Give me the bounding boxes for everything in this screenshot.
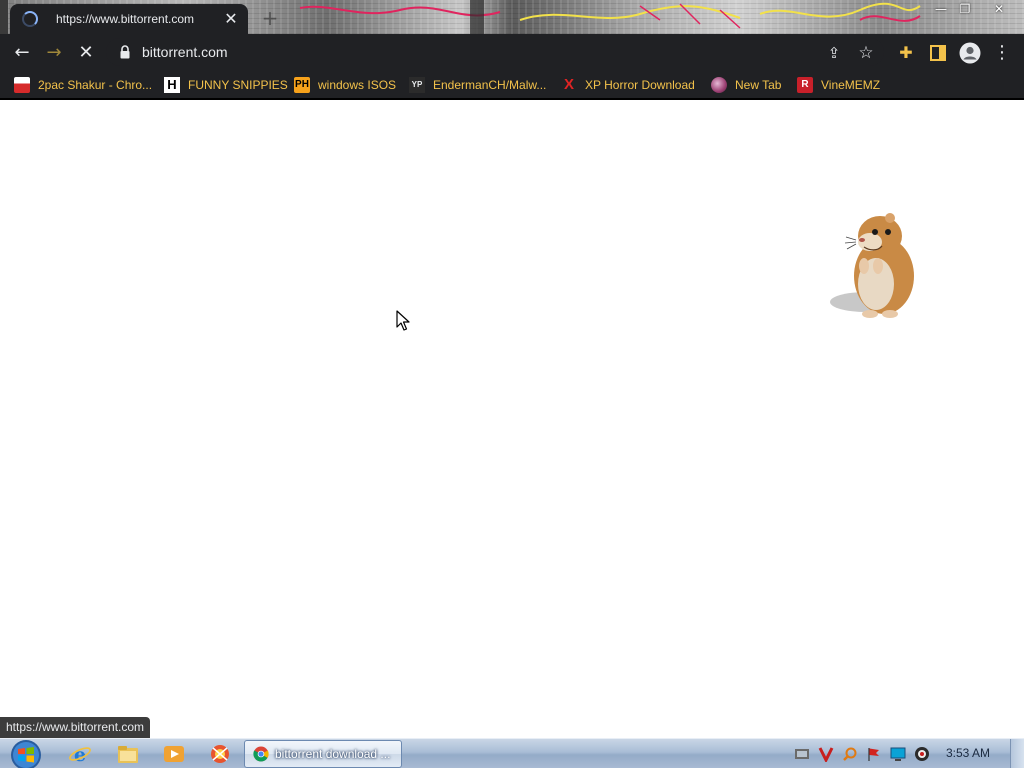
- dancing-hamster-image: [830, 213, 914, 318]
- windows-taskbar: e bittorrent download ... 3:53 AM: [0, 738, 1024, 768]
- tab-close-icon[interactable]: ✕: [222, 10, 240, 28]
- bookmark-label: VineMEMZ: [821, 78, 881, 92]
- bookmark-2pac-shakur[interactable]: 2pac Shakur - Chro...: [14, 75, 152, 95]
- bookmark-label: FUNNY SNIPPIES: [188, 78, 288, 92]
- taskbar-clock[interactable]: 3:53 AM: [946, 746, 990, 760]
- bookmark-new-tab[interactable]: New Tab: [711, 75, 781, 95]
- bookmark-xp-horror-download[interactable]: X XP Horror Download: [561, 75, 695, 95]
- new-tab-button[interactable]: +: [258, 6, 282, 30]
- taskbar-chrome-window-button[interactable]: bittorrent download ...: [244, 740, 402, 768]
- side-panel-icon[interactable]: [926, 41, 950, 65]
- bookmark-funny-snippies[interactable]: H FUNNY SNIPPIES: [164, 75, 288, 95]
- bookmark-windows-isos[interactable]: PH windows ISOS: [294, 75, 396, 95]
- letter-r-icon: R: [797, 77, 813, 93]
- tray-display-icon[interactable]: [890, 746, 906, 762]
- browser-title-bar: https://www.bittorrent.com ✕ + — ❐ ✕: [0, 0, 1024, 34]
- bookmark-endermanch-malware[interactable]: YP EndermanCH/Malw...: [409, 75, 546, 95]
- chrome-icon: [253, 746, 269, 762]
- share-icon[interactable]: ⇪: [822, 41, 846, 65]
- bookmark-label: EndermanCH/Malw...: [433, 78, 547, 92]
- globe-icon: [711, 77, 727, 93]
- forward-button[interactable]: →: [42, 41, 66, 65]
- browser-tab-active[interactable]: https://www.bittorrent.com ✕: [10, 4, 248, 34]
- ph-icon: PH: [294, 77, 310, 93]
- bookmark-star-icon[interactable]: ☆: [854, 41, 878, 65]
- windows-start-orb-icon[interactable]: [7, 740, 45, 768]
- tray-v-antivirus-icon[interactable]: [818, 746, 834, 762]
- taskbar-window-label: bittorrent download ...: [275, 747, 391, 761]
- colorful-app-icon[interactable]: [208, 743, 232, 765]
- loading-spinner-icon: [22, 11, 38, 27]
- bookmarks-bar: 2pac Shakur - Chro... H FUNNY SNIPPIES P…: [0, 70, 1024, 100]
- stop-loading-button[interactable]: ✕: [74, 41, 98, 65]
- bookmark-label: New Tab: [735, 78, 782, 92]
- internet-explorer-icon[interactable]: e: [68, 743, 92, 765]
- mouse-pointer-icon: [396, 310, 410, 331]
- desktop-screen: https://www.bittorrent.com ✕ + — ❐ ✕ ← →…: [0, 0, 1024, 768]
- window-close-button[interactable]: ✕: [988, 0, 1010, 18]
- tray-flag-icon[interactable]: [866, 746, 882, 762]
- back-button[interactable]: ←: [10, 41, 34, 65]
- extensions-puzzle-icon[interactable]: ✚: [894, 41, 918, 65]
- address-bar-url: bittorrent.com: [142, 44, 228, 60]
- bookmark-label: windows ISOS: [318, 78, 397, 92]
- media-player-icon[interactable]: [162, 743, 186, 765]
- yp-icon: YP: [409, 77, 425, 93]
- tray-volume-icon[interactable]: [914, 746, 930, 762]
- window-maximize-button[interactable]: ❐: [954, 0, 976, 18]
- bookmark-label: XP Horror Download: [585, 78, 695, 92]
- tray-search-icon[interactable]: [842, 746, 858, 762]
- show-desktop-button[interactable]: [1010, 739, 1024, 768]
- bookmark-vinememz[interactable]: R VineMEMZ: [797, 75, 880, 95]
- letter-h-icon: H: [164, 77, 180, 93]
- browser-toolbar: ← → ✕ bittorrent.com ⇪ ☆ ✚ ⋮: [0, 34, 1024, 70]
- svg-text:e: e: [74, 744, 86, 765]
- lock-icon: [120, 45, 130, 59]
- more-menu-icon[interactable]: ⋮: [990, 41, 1014, 65]
- tray-network-icon[interactable]: [794, 746, 810, 762]
- profile-avatar-icon[interactable]: [958, 41, 982, 65]
- file-explorer-icon[interactable]: [116, 743, 140, 765]
- address-bar[interactable]: bittorrent.com: [106, 38, 884, 66]
- web-page-content: [0, 102, 1024, 738]
- bookmark-label: 2pac Shakur - Chro...: [38, 78, 153, 92]
- youtube-red-icon: [14, 77, 30, 93]
- red-x-icon: X: [563, 76, 574, 93]
- window-minimize-button[interactable]: —: [930, 0, 952, 18]
- tab-title: https://www.bittorrent.com: [56, 12, 195, 26]
- status-bubble-url: https://www.bittorrent.com: [0, 717, 151, 738]
